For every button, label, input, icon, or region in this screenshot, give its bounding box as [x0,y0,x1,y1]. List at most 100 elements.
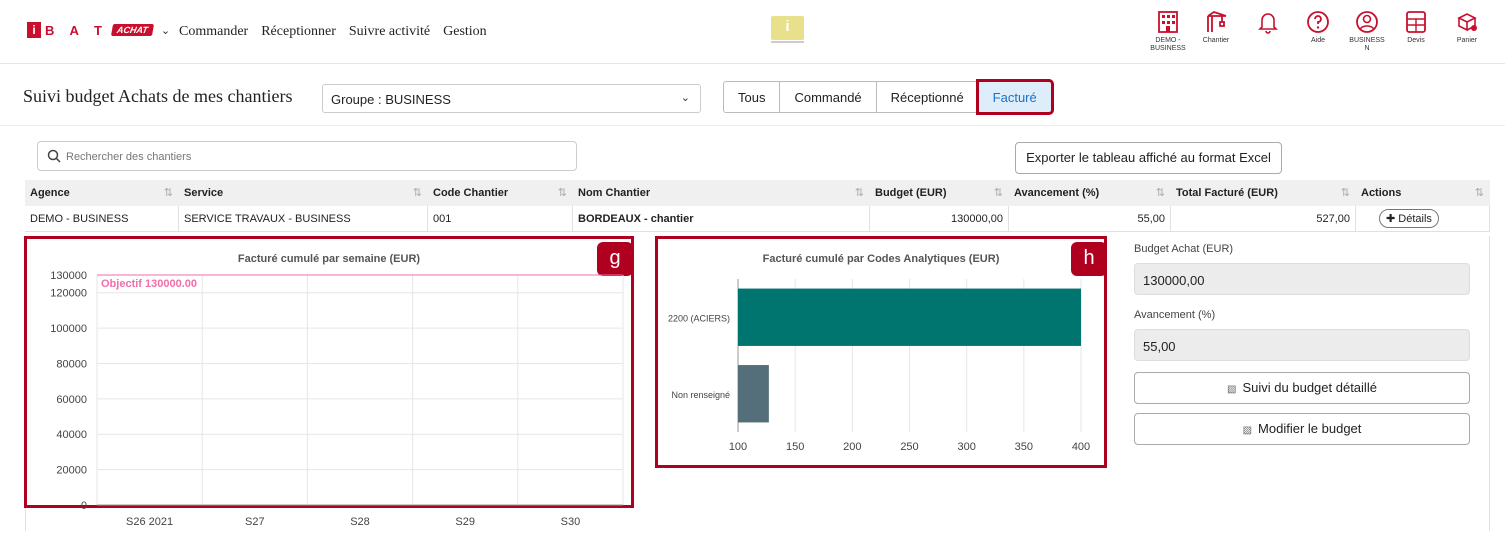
header-user-label: BUSINESS N [1349,37,1385,52]
column-header-label: Total Facturé (EUR) [1176,187,1278,199]
x-tick-label: S30 [561,516,581,528]
sort-icon[interactable]: ⇅ [994,186,1003,199]
cell-actions: ✚ Détails [1356,206,1490,231]
column-header-budget[interactable]: Budget (EUR) ⇅ [870,180,1009,206]
cell-nom: BORDEAUX - chantier [573,206,870,231]
x-tick-label: S29 [455,516,475,528]
main-nav: Commander Réceptionner Suivre activité G… [179,24,487,40]
filter-facture[interactable]: Facturé [975,79,1054,115]
cell-code: 001 [428,206,573,231]
sort-icon[interactable]: ⇅ [855,186,864,199]
y-tick-label: 60000 [56,394,87,406]
header-devis[interactable]: Devis [1396,10,1436,45]
column-header-label: Agence [30,187,70,199]
sort-icon[interactable]: ⇅ [1341,186,1350,199]
plus-icon: ✚ [1386,213,1399,225]
cell-avancement: 55,00 [1009,206,1171,231]
nav-suivre-activite[interactable]: Suivre activité [349,24,430,40]
column-header-code[interactable]: Code Chantier ⇅ [428,180,573,206]
sort-icon[interactable]: ⇅ [558,186,567,199]
sort-icon[interactable]: ⇅ [164,186,173,199]
header-panier[interactable]: Panier [1447,10,1487,45]
sort-icon[interactable]: ⇅ [1475,186,1484,199]
cart-icon [1457,13,1477,32]
logo-letters: B A T [45,22,108,38]
logo-i: i [27,22,41,38]
chevron-down-icon[interactable]: ⌄ [161,24,170,37]
table-row[interactable]: DEMO - BUSINESS SERVICE TRAVAUX - BUSINE… [25,206,1490,232]
x-tick-label: S27 [245,516,265,528]
cell-agence: DEMO - BUSINESS [25,206,179,231]
x-tick-label: 400 [1072,441,1090,453]
column-header-actions[interactable]: Actions ⇅ [1356,180,1490,206]
header-building-label: DEMO - BUSINESS [1150,37,1186,52]
divider [0,125,1505,126]
company-logo-underline [771,41,804,43]
page-title: Suivi budget Achats de mes chantiers [23,86,293,106]
suivi-budget-button[interactable]: ▧ Suivi du budget détaillé [1134,372,1470,404]
chart-g-plot: 0 20000 40000 60000 80000 100000 120000 130000 S… [50,270,624,528]
x-tick-label: 350 [1015,441,1033,453]
building-icon [1158,11,1178,33]
column-header-total[interactable]: Total Facturé (EUR) ⇅ [1171,180,1356,206]
header-panier-label: Panier [1456,37,1478,44]
filter-receptionne[interactable]: Réceptionné [875,81,979,113]
column-header-label: Code Chantier [433,187,509,199]
modifier-budget-button[interactable]: ▧ Modifier le budget [1134,413,1470,445]
y-tick-label: 0 [81,500,87,512]
column-header-label: Budget (EUR) [875,187,947,199]
bell-icon [1258,13,1278,34]
y-tick-label: 80000 [56,358,87,370]
group-select[interactable]: Groupe : BUSINESS ⌄ [322,84,701,113]
sort-icon[interactable]: ⇅ [1156,186,1165,199]
chart-facture-codes: Facturé cumulé par Codes Analytiques (EU… [655,236,1107,468]
logo-achat-badge: ACHAT [110,24,154,36]
header-notifications[interactable] [1248,10,1288,34]
column-header-service[interactable]: Service ⇅ [179,180,428,206]
nav-gestion[interactable]: Gestion [443,24,487,40]
crane-icon [1207,11,1227,32]
header-building[interactable]: DEMO - BUSINESS [1148,10,1188,53]
column-header-agence[interactable]: Agence ⇅ [25,180,179,206]
column-header-avancement[interactable]: Avancement (%) ⇅ [1009,180,1171,206]
nav-commander[interactable]: Commander [179,24,248,40]
details-label: Détails [1398,213,1432,225]
budget-side-panel: Budget Achat (EUR) 130000,00 Avancement … [1134,243,1470,445]
header-user[interactable]: BUSINESS N [1347,10,1387,53]
modifier-budget-label: Modifier le budget [1258,421,1362,436]
header-chantier-label: Chantier [1202,37,1230,44]
export-excel-button[interactable]: Exporter le tableau affiché au format Ex… [1015,142,1282,174]
calculator-icon [1406,11,1426,33]
company-logo: i [771,16,804,43]
column-header-nom[interactable]: Nom Chantier ⇅ [573,180,870,206]
suivi-budget-label: Suivi du budget détaillé [1242,380,1377,395]
header-aide[interactable]: Aide [1298,10,1338,45]
search-input[interactable]: Rechercher des chantiers [37,141,577,171]
header-devis-label: Devis [1407,37,1425,44]
nav-receptionner[interactable]: Réceptionner [261,24,336,40]
table-header: Agence ⇅ Service ⇅ Code Chantier ⇅ Nom Chan… [25,180,1490,206]
y-tick-label: 130000 [50,270,87,282]
company-logo-letter: i [785,18,790,35]
chevron-down-icon: ⌄ [680,92,690,104]
sort-icon[interactable]: ⇅ [413,186,422,199]
filter-commande[interactable]: Commandé [779,81,877,113]
status-filter-tabs: Tous Commandé Réceptionné Facturé [723,79,1054,115]
avancement-label: Avancement (%) [1134,309,1216,321]
filter-tous[interactable]: Tous [723,81,781,113]
y-tick-label: 120000 [50,288,87,300]
bar [738,365,769,423]
search-placeholder: Rechercher des chantiers [66,151,192,163]
x-tick-label: 100 [729,441,747,453]
target-label: Objectif 130000.00 [101,278,197,290]
chart-facture-semaine: Facturé cumulé par semaine (EUR) g 0 2000… [24,236,634,528]
details-button[interactable]: ✚ Détails [1379,209,1439,228]
chart-icon: ▧ [1242,425,1253,436]
category-label: 2200 (ACIERS) [668,313,730,323]
app-logo[interactable]: i B A T ACHAT ⌄ [27,22,170,38]
search-icon [47,149,61,163]
column-header-label: Actions [1361,187,1402,199]
y-tick-label: 100000 [50,323,87,335]
header-chantier[interactable]: Chantier [1196,10,1236,45]
y-tick-label: 40000 [56,429,87,441]
